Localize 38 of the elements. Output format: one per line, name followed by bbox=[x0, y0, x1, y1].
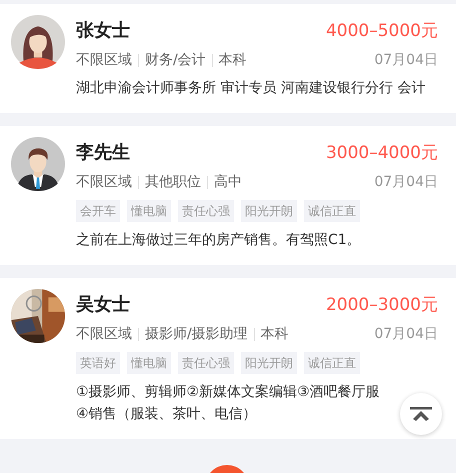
candidate-card[interactable]: 张女士 4000–5000元 不限区域 财务/会计 本科 07月04日 湖北申渝会计师事务所 审计专员 河南建设银行分行 会计 bbox=[0, 4, 456, 113]
skill-tag: 阳光开朗 bbox=[241, 352, 297, 374]
salary-range: 2000–3000元 bbox=[326, 294, 438, 316]
candidate-attribute: 本科 bbox=[218, 51, 247, 69]
skill-tag: 诚信正直 bbox=[304, 200, 360, 222]
candidate-description: 之前在上海做过三年的房产销售。有驾照C1。 bbox=[76, 231, 361, 250]
post-date: 07月04日 bbox=[374, 173, 438, 191]
skill-tag: 懂电脑 bbox=[127, 352, 171, 374]
skill-tag: 英语好 bbox=[76, 352, 120, 374]
salary-range: 3000–4000元 bbox=[326, 142, 438, 164]
candidate-attribute: 摄影师/摄影助理 bbox=[145, 325, 248, 343]
candidate-attribute: 不限区域 bbox=[76, 325, 132, 343]
candidate-name: 吴女士 bbox=[76, 293, 130, 316]
candidate-attribute: 不限区域 bbox=[76, 51, 132, 69]
candidate-name: 李先生 bbox=[76, 141, 130, 164]
candidate-description: 湖北申渝会计师事务所 审计专员 河南建设银行分行 会计 bbox=[76, 79, 426, 98]
salary-range: 4000–5000元 bbox=[326, 20, 438, 42]
skill-tag: 会开车 bbox=[76, 200, 120, 222]
post-date: 07月04日 bbox=[374, 51, 438, 69]
post-date: 07月04日 bbox=[374, 325, 438, 343]
skill-tag: 阳光开朗 bbox=[241, 200, 297, 222]
candidate-description: ④销售（服装、茶叶、电信） bbox=[76, 405, 257, 424]
candidate-attribute: 高中 bbox=[214, 173, 242, 191]
candidate-card[interactable]: 李先生 3000–4000元 不限区域 其他职位 高中 07月04日 会开车 懂电脑 责任心强 阳光开朗 诚信正直 之前在上海做过三年的房产销售。有驾照C1。 bbox=[0, 126, 456, 265]
up-arrow-icon bbox=[410, 407, 432, 421]
woman-avatar-icon bbox=[11, 15, 65, 69]
candidate-description: ①摄影师、剪辑师②新媒体文案编辑③酒吧餐厅服 bbox=[76, 383, 380, 402]
skill-tag: 懂电脑 bbox=[127, 200, 171, 222]
candidate-name: 张女士 bbox=[76, 19, 130, 42]
candidate-attribute: 财务/会计 bbox=[145, 51, 206, 69]
candidate-attribute: 其他职位 bbox=[145, 173, 201, 191]
candidate-card[interactable]: 吴女士 2000–3000元 不限区域 摄影师/摄影助理 本科 07月04日 英语好 懂电脑 责任心强 阳光开朗 诚信正直 ①摄影师、剪辑师②新媒体文案编辑③酒吧餐厅服 ④销售（服装、茶叶、电信） bbox=[0, 278, 456, 439]
skill-tag: 责任心强 bbox=[178, 200, 234, 222]
candidate-attribute: 不限区域 bbox=[76, 173, 132, 191]
skill-tag: 诚信正直 bbox=[304, 352, 360, 374]
skill-tag: 责任心强 bbox=[178, 352, 234, 374]
man-avatar-icon bbox=[11, 137, 65, 191]
candidate-attribute: 本科 bbox=[260, 325, 289, 343]
